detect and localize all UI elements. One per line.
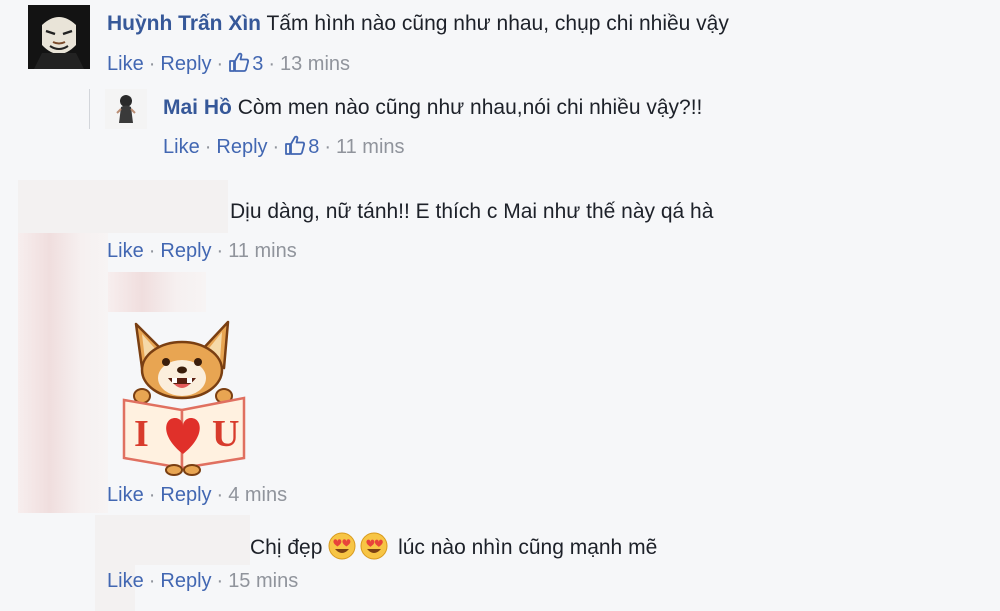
reply-link[interactable]: Reply xyxy=(160,570,211,592)
comment-actions: Like · Reply · 11 mins xyxy=(107,240,297,263)
like-link[interactable]: Like xyxy=(163,136,200,158)
comment-text: Còm men nào cũng như nhau,nói chi nhiều … xyxy=(237,96,703,119)
sticker-text-left: I xyxy=(134,413,149,455)
separator-dot: · xyxy=(216,484,224,506)
separator-dot: · xyxy=(324,136,331,158)
heart-eyes-emoji xyxy=(328,532,392,566)
like-link[interactable]: Like xyxy=(107,53,144,75)
redacted-area xyxy=(18,233,108,513)
separator-dot: · xyxy=(148,53,156,75)
comment-body: Chị đẹp lúc nào nhìn cũng mạnh mẽ xyxy=(250,532,657,566)
separator-dot: · xyxy=(268,53,275,75)
comment-time[interactable]: 4 mins xyxy=(228,484,287,506)
separator-dot: · xyxy=(204,136,212,158)
comment-text: Tấm hình nào cũng như nhau, chụp chi nhi… xyxy=(266,12,729,35)
avatar[interactable] xyxy=(28,5,90,69)
redacted-area xyxy=(18,180,228,233)
thumbs-up-icon xyxy=(285,135,306,155)
redacted-area xyxy=(95,515,250,565)
comment-text: Dịu dàng, nữ tánh!! E thích c Mai như th… xyxy=(230,200,714,223)
like-count-number: 8 xyxy=(308,136,320,158)
separator-dot: · xyxy=(272,136,280,158)
comment-author[interactable]: Mai Hồ xyxy=(163,96,232,119)
reply-link[interactable]: Reply xyxy=(160,484,211,506)
comment-actions: Like · Reply · 15 mins xyxy=(107,570,298,593)
comment-text: lúc nào nhìn cũng mạnh mẽ xyxy=(398,536,658,559)
comment-actions: Like · Reply · 8 · 11 mins xyxy=(163,134,405,159)
redacted-area xyxy=(108,272,206,312)
avatar[interactable] xyxy=(105,89,147,129)
comment-time[interactable]: 11 mins xyxy=(336,136,405,158)
comment-section: Huỳnh Trấn Xìn Tấm hình nào cũng như nha… xyxy=(0,0,1000,611)
comment-time[interactable]: 13 mins xyxy=(280,53,350,75)
separator-dot: · xyxy=(148,484,156,506)
comment-text: Chị đẹp xyxy=(250,536,323,559)
comment-time[interactable]: 11 mins xyxy=(228,240,297,262)
like-link[interactable]: Like xyxy=(107,570,144,592)
like-count-number: 3 xyxy=(252,53,264,75)
reply-link[interactable]: Reply xyxy=(160,240,211,262)
heart-eyes-emoji-icon xyxy=(328,532,388,560)
sticker-text-right: U xyxy=(212,413,239,455)
corgi-sticker-icon: I U xyxy=(122,320,246,476)
separator-dot: · xyxy=(148,240,156,262)
separator-dot: · xyxy=(216,240,224,262)
thumbs-up-icon xyxy=(229,52,250,72)
mask-avatar-image xyxy=(28,5,90,69)
comment-author[interactable]: Huỳnh Trấn Xìn xyxy=(107,12,261,35)
comment-body: Mai Hồ Còm men nào cũng như nhau,nói chi… xyxy=(163,96,702,120)
comment-body: Huỳnh Trấn Xìn Tấm hình nào cũng như nha… xyxy=(107,12,729,36)
comment-actions: Like · Reply · 4 mins xyxy=(107,484,287,507)
comment-body: Dịu dàng, nữ tánh!! E thích c Mai như th… xyxy=(230,200,713,224)
comment-actions: Like · Reply · 3 · 13 mins xyxy=(107,51,350,76)
reply-link[interactable]: Reply xyxy=(160,53,211,75)
separator-dot: · xyxy=(148,570,156,592)
like-count[interactable]: 8 xyxy=(284,135,320,158)
reply-link[interactable]: Reply xyxy=(216,136,267,158)
like-count[interactable]: 3 xyxy=(228,52,264,75)
comment-time[interactable]: 15 mins xyxy=(228,570,298,592)
separator-dot: · xyxy=(216,570,224,592)
like-link[interactable]: Like xyxy=(107,484,144,506)
reply-thread-line xyxy=(89,89,90,129)
like-link[interactable]: Like xyxy=(107,240,144,262)
separator-dot: · xyxy=(216,53,224,75)
corgi-i-love-u-sticker[interactable]: I U xyxy=(120,318,250,478)
person-avatar-image xyxy=(105,89,147,129)
